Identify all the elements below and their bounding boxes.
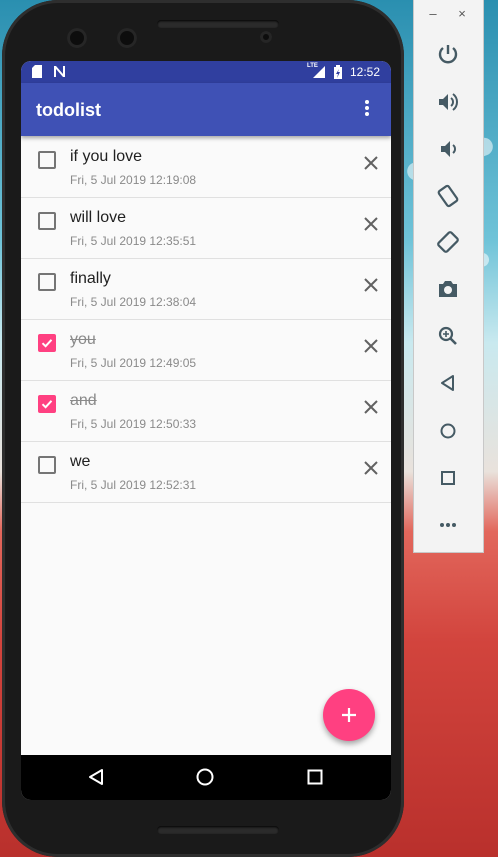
more-vert-icon[interactable] (361, 99, 373, 119)
delete-x-icon[interactable] (361, 458, 381, 478)
front-sensor (117, 28, 137, 48)
todo-item[interactable]: finally Fri, 5 Jul 2019 12:38:04 (21, 259, 391, 320)
home-circle-icon[interactable] (196, 768, 214, 786)
todo-checkbox[interactable] (38, 151, 56, 169)
todo-title: and (70, 392, 97, 409)
todo-title: finally (70, 270, 111, 287)
todo-item[interactable]: you Fri, 5 Jul 2019 12:49:05 (21, 320, 391, 381)
recents-square-icon[interactable] (307, 769, 323, 785)
battery-icon (334, 65, 342, 79)
sd-card-icon (32, 65, 42, 78)
todo-date: Fri, 5 Jul 2019 12:38:04 (70, 295, 197, 309)
app-title: todolist (36, 100, 101, 120)
todo-item[interactable]: if you love Fri, 5 Jul 2019 12:19:08 (21, 137, 391, 198)
phone-frame: LTE 12:52 todolist if you love Fri, 5 Ju… (2, 0, 404, 857)
back-icon[interactable] (434, 369, 462, 397)
todo-checkbox[interactable] (38, 456, 56, 474)
todo-date: Fri, 5 Jul 2019 12:50:33 (70, 417, 197, 431)
check-icon (41, 339, 53, 348)
todo-date: Fri, 5 Jul 2019 12:19:08 (70, 173, 197, 187)
todo-title: will love (70, 209, 127, 226)
volume-up-icon[interactable] (434, 88, 462, 116)
todo-item[interactable]: we Fri, 5 Jul 2019 12:52:31 (21, 442, 391, 503)
signal-icon (313, 66, 325, 78)
more-icon[interactable] (434, 511, 462, 539)
todo-checkbox[interactable] (38, 212, 56, 230)
rotate-right-icon[interactable] (434, 228, 462, 256)
todo-list: if you love Fri, 5 Jul 2019 12:19:08 wil… (21, 137, 391, 503)
app-bar: todolist (21, 83, 391, 136)
phone-screen: LTE 12:52 todolist if you love Fri, 5 Ju… (21, 61, 391, 800)
todo-item[interactable]: will love Fri, 5 Jul 2019 12:35:51 (21, 198, 391, 259)
check-icon (41, 400, 53, 409)
overview-icon[interactable] (434, 464, 462, 492)
delete-x-icon[interactable] (361, 275, 381, 295)
todo-checkbox[interactable] (38, 395, 56, 413)
minimize-button[interactable]: – (426, 6, 440, 21)
todo-date: Fri, 5 Jul 2019 12:35:51 (70, 234, 197, 248)
status-bar: LTE 12:52 (21, 61, 391, 83)
todo-title: you (70, 331, 96, 348)
home-icon[interactable] (434, 417, 462, 445)
delete-x-icon[interactable] (361, 214, 381, 234)
status-time: 12:52 (350, 65, 381, 79)
delete-x-icon[interactable] (361, 336, 381, 356)
todo-date: Fri, 5 Jul 2019 12:52:31 (70, 478, 197, 492)
add-todo-button[interactable] (323, 689, 375, 741)
close-button[interactable]: × (455, 6, 469, 21)
back-triangle-icon[interactable] (87, 768, 105, 786)
bottom-speaker (157, 826, 279, 834)
rotate-left-icon[interactable] (434, 182, 462, 210)
plus-icon (342, 708, 356, 722)
proximity-sensor (260, 31, 272, 43)
power-icon[interactable] (434, 40, 462, 68)
zoom-icon[interactable] (434, 322, 462, 350)
todo-checkbox[interactable] (38, 334, 56, 352)
n-notification-icon (54, 66, 65, 77)
todo-title: if you love (70, 148, 143, 165)
top-speaker (157, 20, 279, 28)
todo-checkbox[interactable] (38, 273, 56, 291)
navigation-bar (21, 755, 391, 800)
front-camera (67, 28, 87, 48)
delete-x-icon[interactable] (361, 153, 381, 173)
todo-date: Fri, 5 Jul 2019 12:49:05 (70, 356, 197, 370)
todo-title: we (70, 453, 91, 470)
camera-icon[interactable] (434, 275, 462, 303)
emulator-control-panel: – × (413, 0, 484, 553)
volume-down-icon[interactable] (434, 135, 462, 163)
delete-x-icon[interactable] (361, 397, 381, 417)
todo-item[interactable]: and Fri, 5 Jul 2019 12:50:33 (21, 381, 391, 442)
